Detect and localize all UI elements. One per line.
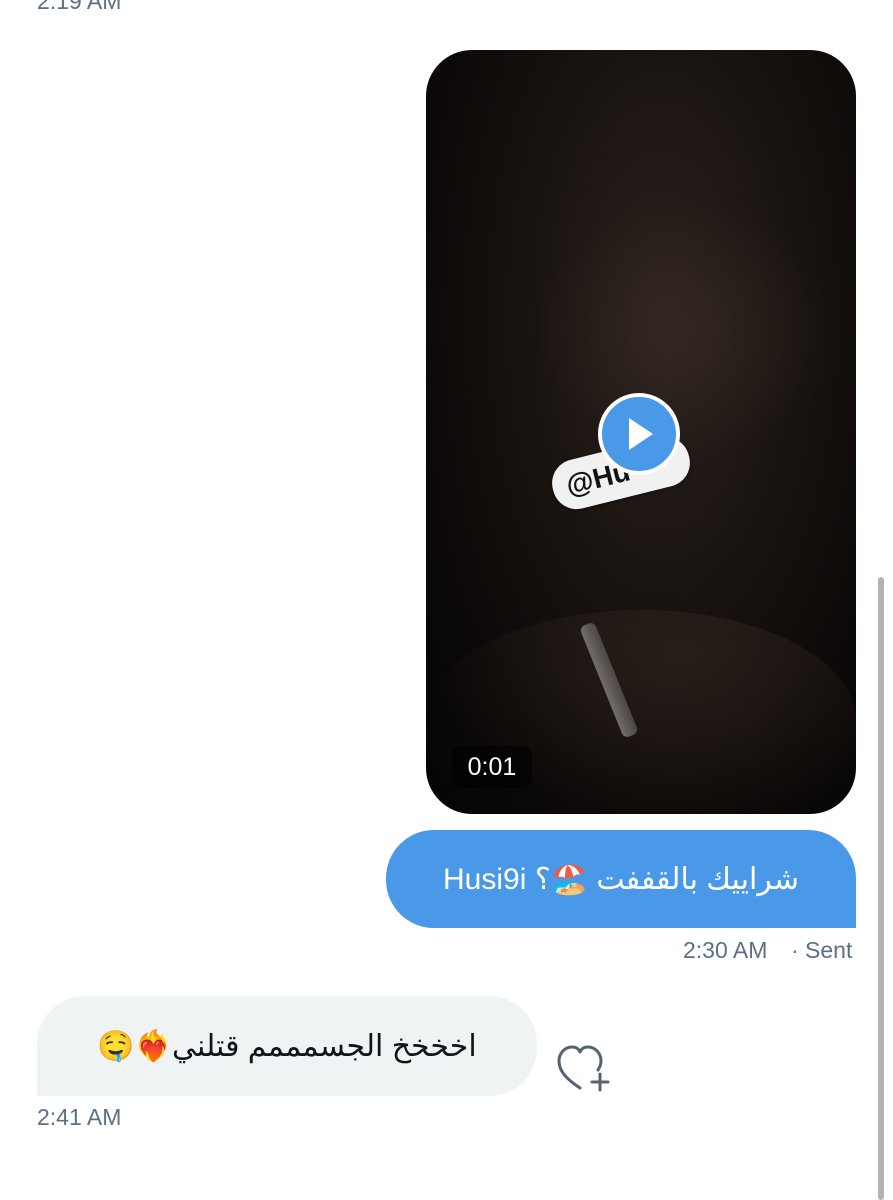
sent-message-bubble[interactable]: شراييك بالقففت 🏖️؟ Husi9i: [386, 830, 856, 928]
received-message-bubble[interactable]: اخخخخ الجسمممم قتلني❤️‍🔥🤤: [37, 996, 537, 1096]
sent-message-timestamp: 2:30 AM: [683, 937, 768, 963]
scrollbar[interactable]: [878, 577, 884, 1200]
received-message-timestamp: 2:41 AM: [37, 1104, 122, 1130]
play-icon: [629, 418, 653, 450]
sent-message-text: شراييك بالقففت 🏖️؟ Husi9i: [443, 862, 799, 896]
video-message[interactable]: @Hu 0:01: [426, 50, 856, 814]
play-button[interactable]: [598, 393, 680, 475]
video-thumbnail-highlight: [536, 200, 836, 460]
video-duration: 0:01: [452, 746, 532, 788]
add-reaction-button[interactable]: [556, 1044, 612, 1094]
sent-status: · Sent: [791, 937, 853, 963]
received-message-text: اخخخخ الجسمممم قتلني❤️‍🔥🤤: [97, 1029, 477, 1063]
top-timestamp: 2:19 AM: [37, 0, 122, 14]
heart-plus-icon: [557, 1045, 610, 1092]
